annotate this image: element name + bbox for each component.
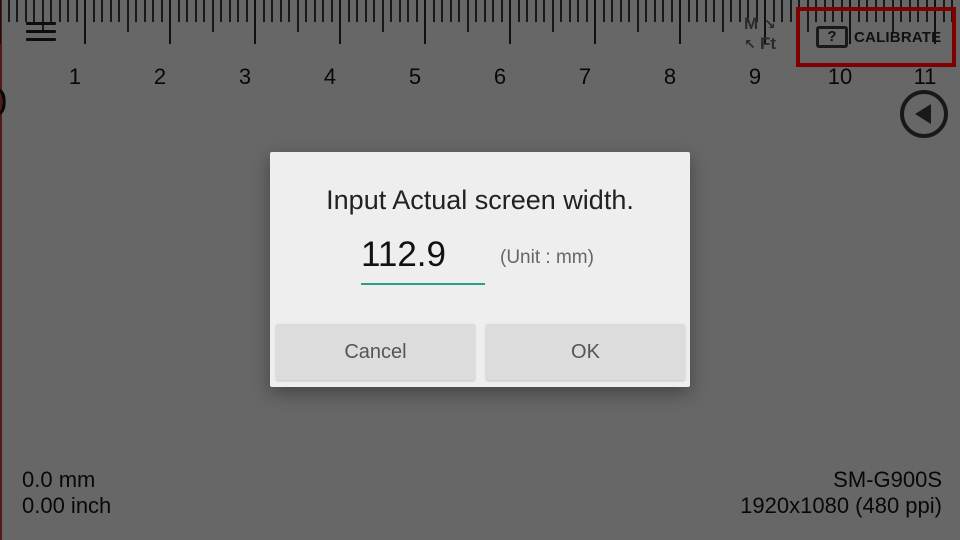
calibrate-dialog: Input Actual screen width. (Unit : mm) C…: [270, 152, 690, 387]
cancel-button[interactable]: Cancel: [276, 324, 475, 380]
ok-button[interactable]: OK: [486, 324, 685, 380]
dialog-title: Input Actual screen width.: [326, 185, 634, 215]
input-underline: [361, 283, 485, 285]
screen-width-input[interactable]: [361, 230, 485, 280]
screen-width-field[interactable]: [361, 230, 485, 288]
unit-label: (Unit : mm): [500, 247, 594, 268]
